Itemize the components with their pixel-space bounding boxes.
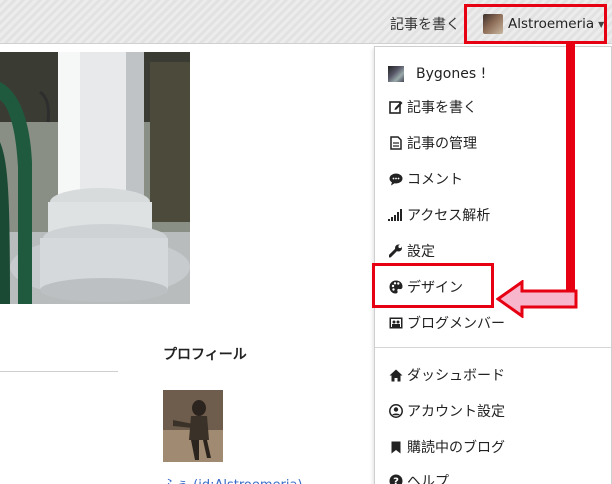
user-name-label: Alstroemeria bbox=[508, 16, 595, 32]
write-article-link[interactable]: 記事を書く bbox=[390, 14, 460, 34]
menu-item-label: 記事を書く bbox=[407, 100, 477, 116]
annotation-pointer-arrow bbox=[496, 280, 578, 318]
home-icon bbox=[388, 367, 404, 383]
menu-item-account[interactable]: アカウント設定 bbox=[388, 399, 505, 423]
wrench-icon bbox=[388, 243, 404, 259]
menu-item-help[interactable]: ? ヘルプ bbox=[388, 469, 449, 484]
menu-item-write[interactable]: 記事を書く bbox=[388, 95, 477, 119]
caret-down-icon: ▼ bbox=[598, 19, 605, 29]
article-photo bbox=[0, 52, 190, 304]
annotation-connector-line bbox=[566, 44, 575, 296]
menu-item-dashboard[interactable]: ダッシュボード bbox=[388, 363, 505, 387]
edit-icon bbox=[388, 99, 404, 115]
bookmark-icon bbox=[388, 439, 404, 455]
profile-photo-image bbox=[163, 390, 223, 462]
menu-item-blog[interactable]: Bygones ! bbox=[388, 62, 486, 86]
menu-item-comments[interactable]: コメント bbox=[388, 167, 463, 191]
menu-item-analytics[interactable]: アクセス解析 bbox=[388, 203, 490, 227]
content-divider bbox=[0, 371, 118, 372]
menu-item-label: ブログメンバー bbox=[407, 316, 505, 332]
menu-item-label: Bygones ! bbox=[416, 66, 487, 82]
document-icon bbox=[388, 135, 404, 151]
menu-item-label: 購読中のブログ bbox=[407, 440, 505, 456]
top-navigation-bar: 記事を書く Alstroemeria ▼ bbox=[0, 0, 612, 44]
help-icon: ? bbox=[388, 473, 404, 484]
comment-icon bbox=[388, 171, 404, 187]
blog-thumbnail bbox=[388, 66, 404, 82]
svg-text:?: ? bbox=[393, 477, 399, 484]
menu-item-label: アクセス解析 bbox=[407, 208, 491, 224]
profile-name-link[interactable]: ふぅ (id:Alstroemeria) bbox=[163, 474, 303, 484]
menu-item-members[interactable]: ブログメンバー bbox=[388, 311, 505, 335]
profile-avatar[interactable] bbox=[163, 390, 223, 462]
annotation-highlight-box bbox=[372, 263, 494, 308]
menu-item-subscriptions[interactable]: 購読中のブログ bbox=[388, 435, 505, 459]
menu-item-settings[interactable]: 設定 bbox=[388, 239, 435, 263]
user-avatar bbox=[483, 14, 503, 34]
menu-divider bbox=[375, 347, 611, 348]
menu-item-label: 設定 bbox=[407, 244, 435, 260]
menu-item-label: コメント bbox=[407, 172, 463, 188]
user-icon bbox=[388, 403, 404, 419]
menu-item-label: ヘルプ bbox=[407, 474, 449, 484]
members-icon bbox=[388, 315, 404, 331]
bar-chart-icon bbox=[388, 207, 404, 223]
menu-item-label: 記事の管理 bbox=[407, 136, 477, 152]
menu-item-label: ダッシュボード bbox=[407, 368, 505, 384]
pillar-photo-image bbox=[0, 52, 190, 304]
user-menu-button[interactable]: Alstroemeria ▼ bbox=[464, 4, 607, 44]
menu-item-manage[interactable]: 記事の管理 bbox=[388, 131, 477, 155]
profile-heading: プロフィール bbox=[163, 347, 247, 363]
menu-item-label: アカウント設定 bbox=[407, 404, 505, 420]
